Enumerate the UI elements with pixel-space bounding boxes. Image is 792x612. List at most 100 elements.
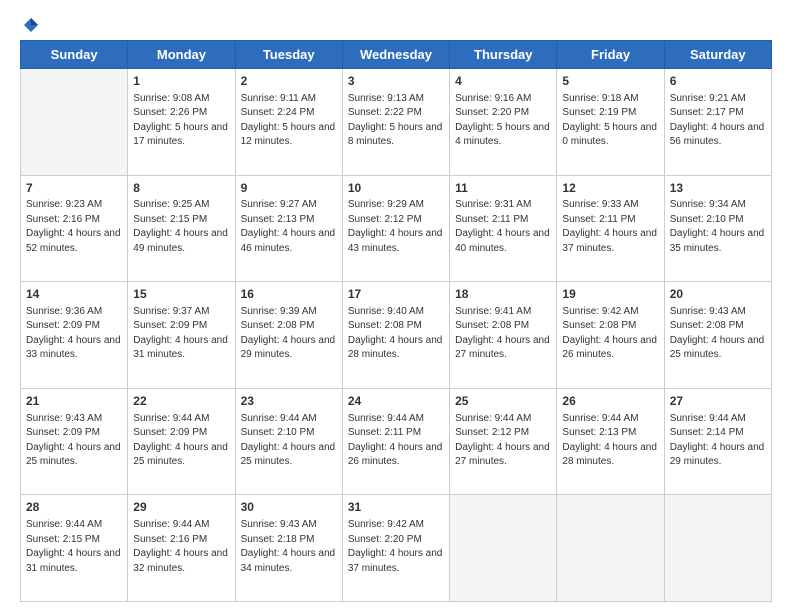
day-number: 30	[241, 499, 337, 516]
page: SundayMondayTuesdayWednesdayThursdayFrid…	[0, 0, 792, 612]
day-number: 23	[241, 393, 337, 410]
logo-flag-icon	[22, 16, 40, 34]
day-number: 28	[26, 499, 122, 516]
day-number: 22	[133, 393, 229, 410]
day-info: Sunrise: 9:21 AMSunset: 2:17 PMDaylight:…	[670, 92, 766, 150]
day-number: 2	[241, 73, 337, 90]
day-info: Sunrise: 9:41 AMSunset: 2:08 PMDaylight:…	[455, 305, 551, 363]
day-number: 7	[26, 180, 122, 197]
day-number: 27	[670, 393, 766, 410]
calendar-cell: 16 Sunrise: 9:39 AMSunset: 2:08 PMDayligh…	[235, 282, 342, 389]
calendar-cell: 3Sunrise: 9:13 AMSunset: 2:22 PMDaylight…	[342, 69, 449, 176]
calendar-cell: 2 Sunrise: 9:11 AMSunset: 2:24 PMDaylight…	[235, 69, 342, 176]
day-info: Sunrise: 9:23 AMSunset: 2:16 PMDaylight:…	[26, 198, 122, 256]
header	[20, 16, 772, 30]
calendar-cell: 17 Sunrise: 9:40 AMSunset: 2:08 PMDayligh…	[342, 282, 449, 389]
weekday-header-monday: Monday	[128, 41, 235, 69]
calendar-cell: 19 Sunrise: 9:42 AMSunset: 2:08 PMDayligh…	[557, 282, 664, 389]
day-info: Sunrise: 9:44 AMSunset: 2:13 PMDaylight:…	[562, 412, 658, 470]
weekday-header-sunday: Sunday	[21, 41, 128, 69]
day-number: 4	[455, 73, 551, 90]
calendar-cell: 30 Sunrise: 9:43 AMSunset: 2:18 PMDayligh…	[235, 495, 342, 602]
day-info: Sunrise: 9:37 AMSunset: 2:09 PMDaylight:…	[133, 305, 229, 363]
calendar-cell: 31Sunrise: 9:42 AMSunset: 2:20 PMDayligh…	[342, 495, 449, 602]
calendar-cell: 24 Sunrise: 9:44 AMSunset: 2:11 PMDayligh…	[342, 388, 449, 495]
day-number: 26	[562, 393, 658, 410]
calendar-body: 1 Sunrise: 9:08 AMSunset: 2:26 PMDaylight…	[21, 69, 772, 602]
day-number: 6	[670, 73, 766, 90]
day-info: Sunrise: 9:16 AMSunset: 2:20 PMDaylight:…	[455, 92, 551, 150]
day-info: Sunrise: 9:33 AMSunset: 2:11 PMDaylight:…	[562, 198, 658, 256]
calendar-cell: 22 Sunrise: 9:44 AMSunset: 2:09 PMDayligh…	[128, 388, 235, 495]
calendar-cell: 29Sunrise: 9:44 AMSunset: 2:16 PMDayligh…	[128, 495, 235, 602]
day-info: Sunrise: 9:43 AMSunset: 2:09 PMDaylight:…	[26, 412, 122, 470]
calendar-cell: 10Sunrise: 9:29 AMSunset: 2:12 PMDayligh…	[342, 175, 449, 282]
calendar-cell: 27Sunrise: 9:44 AMSunset: 2:14 PMDayligh…	[664, 388, 771, 495]
day-number: 29	[133, 499, 229, 516]
weekday-row: SundayMondayTuesdayWednesdayThursdayFrid…	[21, 41, 772, 69]
day-number: 12	[562, 180, 658, 197]
calendar-cell	[664, 495, 771, 602]
day-number: 25	[455, 393, 551, 410]
day-number: 14	[26, 286, 122, 303]
weekday-header-wednesday: Wednesday	[342, 41, 449, 69]
day-number: 10	[348, 180, 444, 197]
day-info: Sunrise: 9:40 AMSunset: 2:08 PMDaylight:…	[348, 305, 444, 363]
day-info: Sunrise: 9:44 AMSunset: 2:12 PMDaylight:…	[455, 412, 551, 470]
weekday-header-saturday: Saturday	[664, 41, 771, 69]
day-info: Sunrise: 9:39 AMSunset: 2:08 PMDaylight:…	[241, 305, 337, 363]
day-info: Sunrise: 9:11 AMSunset: 2:24 PMDaylight:…	[241, 92, 337, 150]
day-info: Sunrise: 9:34 AMSunset: 2:10 PMDaylight:…	[670, 198, 766, 256]
day-info: Sunrise: 9:44 AMSunset: 2:10 PMDaylight:…	[241, 412, 337, 470]
calendar-cell: 25 Sunrise: 9:44 AMSunset: 2:12 PMDayligh…	[450, 388, 557, 495]
day-number: 8	[133, 180, 229, 197]
calendar-cell: 20 Sunrise: 9:43 AMSunset: 2:08 PMDayligh…	[664, 282, 771, 389]
weekday-header-thursday: Thursday	[450, 41, 557, 69]
calendar-cell: 7Sunrise: 9:23 AMSunset: 2:16 PMDaylight…	[21, 175, 128, 282]
day-number: 19	[562, 286, 658, 303]
calendar-cell: 15Sunrise: 9:37 AMSunset: 2:09 PMDayligh…	[128, 282, 235, 389]
day-info: Sunrise: 9:42 AMSunset: 2:08 PMDaylight:…	[562, 305, 658, 363]
calendar-week-0: 1 Sunrise: 9:08 AMSunset: 2:26 PMDaylight…	[21, 69, 772, 176]
day-info: Sunrise: 9:43 AMSunset: 2:18 PMDaylight:…	[241, 518, 337, 576]
calendar-week-4: 28Sunrise: 9:44 AMSunset: 2:15 PMDayligh…	[21, 495, 772, 602]
day-info: Sunrise: 9:43 AMSunset: 2:08 PMDaylight:…	[670, 305, 766, 363]
day-info: Sunrise: 9:31 AMSunset: 2:11 PMDaylight:…	[455, 198, 551, 256]
calendar-week-1: 7Sunrise: 9:23 AMSunset: 2:16 PMDaylight…	[21, 175, 772, 282]
calendar-cell: 18 Sunrise: 9:41 AMSunset: 2:08 PMDayligh…	[450, 282, 557, 389]
calendar-header: SundayMondayTuesdayWednesdayThursdayFrid…	[21, 41, 772, 69]
day-number: 3	[348, 73, 444, 90]
day-number: 5	[562, 73, 658, 90]
calendar-cell: 4 Sunrise: 9:16 AMSunset: 2:20 PMDaylight…	[450, 69, 557, 176]
day-info: Sunrise: 9:08 AMSunset: 2:26 PMDaylight:…	[133, 92, 229, 150]
day-number: 24	[348, 393, 444, 410]
calendar-cell	[450, 495, 557, 602]
day-info: Sunrise: 9:44 AMSunset: 2:11 PMDaylight:…	[348, 412, 444, 470]
day-number: 18	[455, 286, 551, 303]
calendar-cell: 1 Sunrise: 9:08 AMSunset: 2:26 PMDaylight…	[128, 69, 235, 176]
calendar-cell: 14 Sunrise: 9:36 AMSunset: 2:09 PMDayligh…	[21, 282, 128, 389]
calendar-cell: 12Sunrise: 9:33 AMSunset: 2:11 PMDayligh…	[557, 175, 664, 282]
calendar-cell: 8Sunrise: 9:25 AMSunset: 2:15 PMDaylight…	[128, 175, 235, 282]
logo	[20, 16, 40, 30]
day-number: 17	[348, 286, 444, 303]
day-number: 21	[26, 393, 122, 410]
day-info: Sunrise: 9:44 AMSunset: 2:09 PMDaylight:…	[133, 412, 229, 470]
calendar-week-2: 14 Sunrise: 9:36 AMSunset: 2:09 PMDayligh…	[21, 282, 772, 389]
day-info: Sunrise: 9:25 AMSunset: 2:15 PMDaylight:…	[133, 198, 229, 256]
day-number: 16	[241, 286, 337, 303]
day-info: Sunrise: 9:18 AMSunset: 2:19 PMDaylight:…	[562, 92, 658, 150]
day-number: 20	[670, 286, 766, 303]
calendar-cell: 9Sunrise: 9:27 AMSunset: 2:13 PMDaylight…	[235, 175, 342, 282]
calendar-cell	[21, 69, 128, 176]
day-number: 11	[455, 180, 551, 197]
calendar-cell: 21 Sunrise: 9:43 AMSunset: 2:09 PMDayligh…	[21, 388, 128, 495]
calendar-cell: 11Sunrise: 9:31 AMSunset: 2:11 PMDayligh…	[450, 175, 557, 282]
day-number: 1	[133, 73, 229, 90]
day-info: Sunrise: 9:36 AMSunset: 2:09 PMDaylight:…	[26, 305, 122, 363]
day-info: Sunrise: 9:29 AMSunset: 2:12 PMDaylight:…	[348, 198, 444, 256]
calendar-cell: 13Sunrise: 9:34 AMSunset: 2:10 PMDayligh…	[664, 175, 771, 282]
day-number: 31	[348, 499, 444, 516]
calendar-cell: 23 Sunrise: 9:44 AMSunset: 2:10 PMDayligh…	[235, 388, 342, 495]
day-number: 9	[241, 180, 337, 197]
